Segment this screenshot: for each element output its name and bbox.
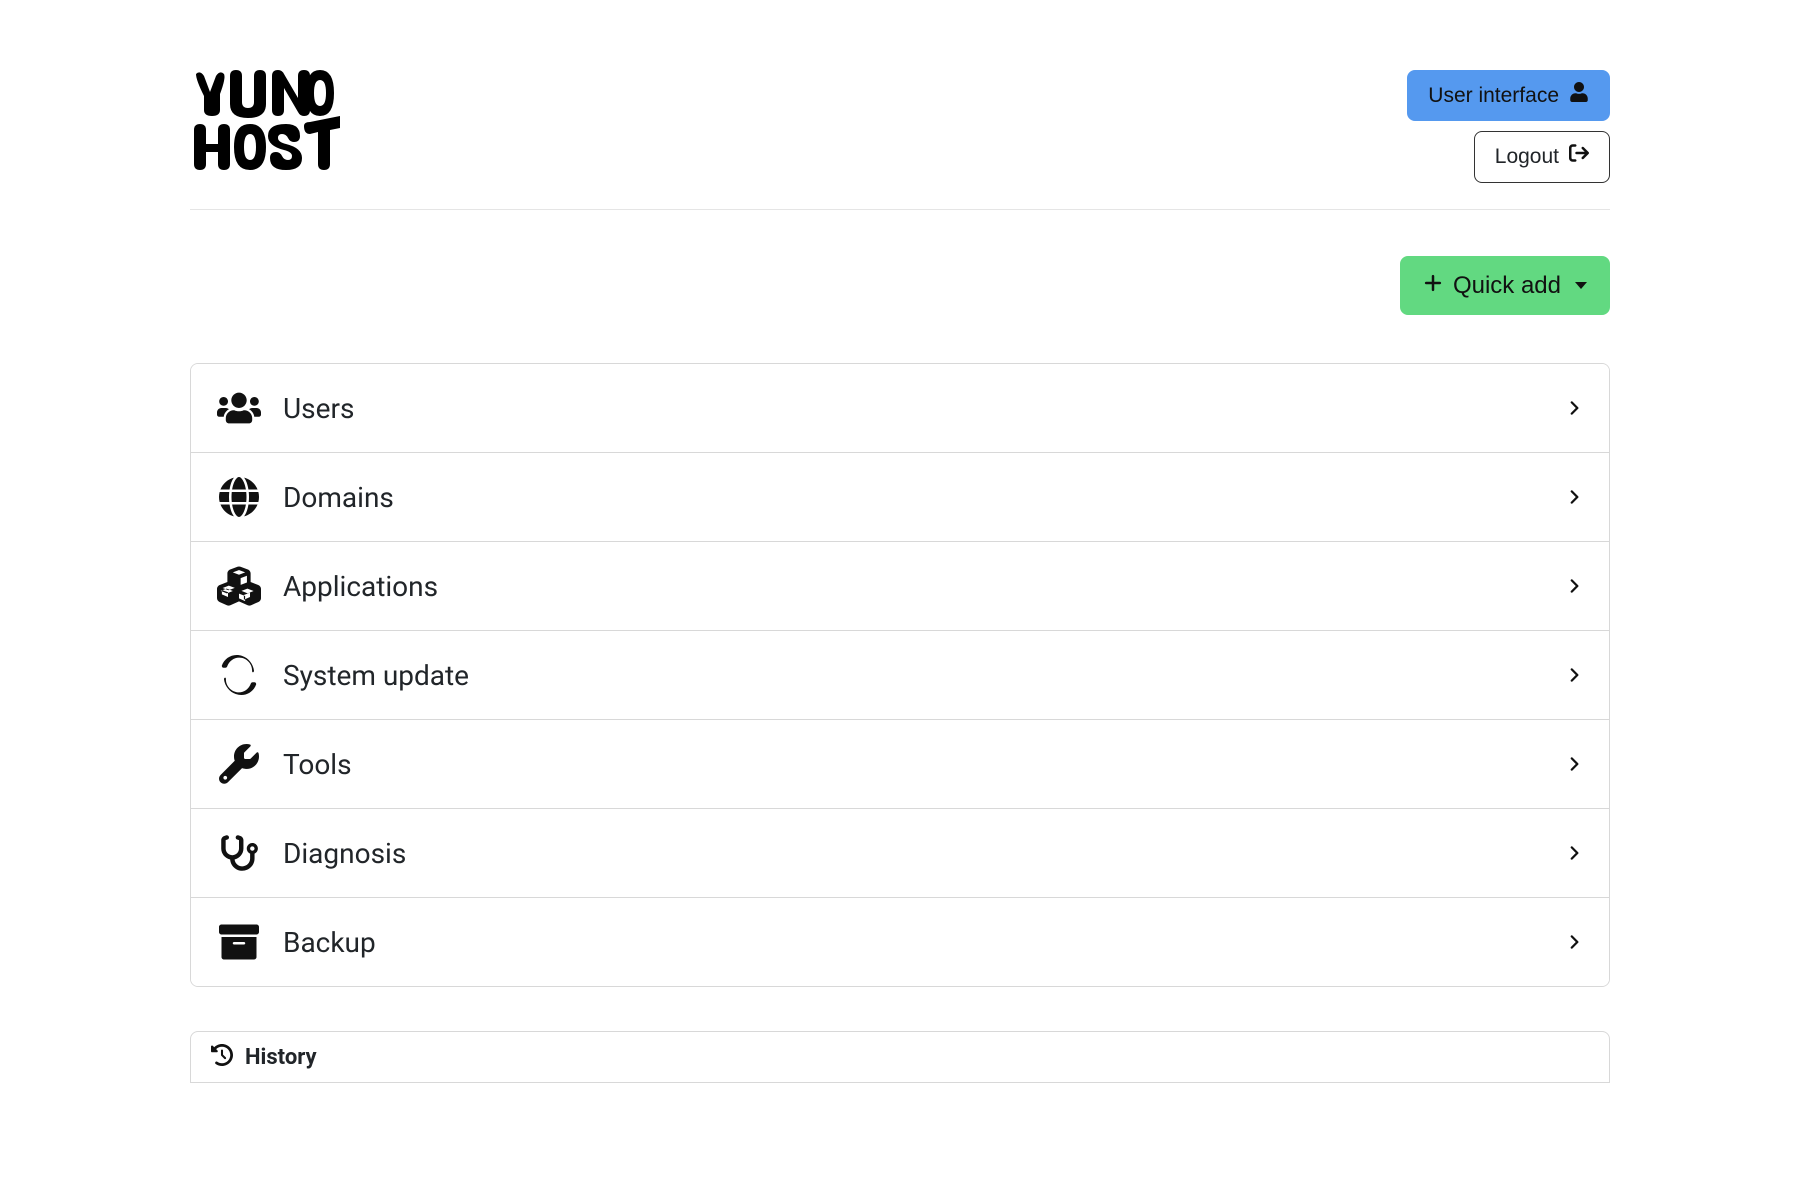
- archive-icon: [217, 920, 261, 964]
- header: User interface Logout: [190, 0, 1610, 210]
- menu-item-label: Users: [283, 392, 1565, 425]
- history-bar[interactable]: History: [190, 1031, 1610, 1083]
- chevron-right-icon: [1565, 488, 1583, 506]
- menu-item-system-update[interactable]: System update: [191, 631, 1609, 720]
- wrench-icon: [217, 742, 261, 786]
- header-actions: User interface Logout: [1407, 66, 1610, 183]
- history-label: History: [245, 1045, 317, 1070]
- globe-icon: [217, 475, 261, 519]
- stethoscope-icon: [217, 831, 261, 875]
- plus-icon: [1423, 269, 1443, 303]
- refresh-icon: [217, 653, 261, 697]
- menu-item-label: Domains: [283, 481, 1565, 514]
- logout-button[interactable]: Logout: [1474, 131, 1610, 182]
- main-menu: Users Domains Applications System update: [190, 363, 1610, 987]
- user-icon: [1569, 81, 1589, 110]
- cubes-icon: [217, 564, 261, 608]
- menu-item-label: System update: [283, 659, 1565, 692]
- chevron-right-icon: [1565, 844, 1583, 862]
- history-icon: [211, 1044, 233, 1070]
- chevron-right-icon: [1565, 755, 1583, 773]
- quick-add-button[interactable]: Quick add: [1400, 256, 1610, 316]
- user-interface-label: User interface: [1428, 81, 1559, 110]
- menu-item-label: Tools: [283, 748, 1565, 781]
- quick-add-label: Quick add: [1453, 269, 1561, 303]
- menu-item-domains[interactable]: Domains: [191, 453, 1609, 542]
- menu-item-label: Applications: [283, 570, 1565, 603]
- chevron-right-icon: [1565, 666, 1583, 684]
- logout-label: Logout: [1495, 142, 1559, 171]
- menu-item-label: Diagnosis: [283, 837, 1565, 870]
- caret-down-icon: [1575, 282, 1587, 289]
- logo[interactable]: [190, 66, 340, 176]
- menu-item-applications[interactable]: Applications: [191, 542, 1609, 631]
- menu-item-label: Backup: [283, 926, 1565, 959]
- chevron-right-icon: [1565, 577, 1583, 595]
- menu-item-users[interactable]: Users: [191, 364, 1609, 453]
- sign-out-icon: [1569, 142, 1589, 171]
- toolbar: Quick add: [190, 210, 1610, 364]
- menu-item-backup[interactable]: Backup: [191, 898, 1609, 986]
- chevron-right-icon: [1565, 399, 1583, 417]
- users-icon: [217, 386, 261, 430]
- menu-item-tools[interactable]: Tools: [191, 720, 1609, 809]
- menu-item-diagnosis[interactable]: Diagnosis: [191, 809, 1609, 898]
- user-interface-button[interactable]: User interface: [1407, 70, 1610, 121]
- chevron-right-icon: [1565, 933, 1583, 951]
